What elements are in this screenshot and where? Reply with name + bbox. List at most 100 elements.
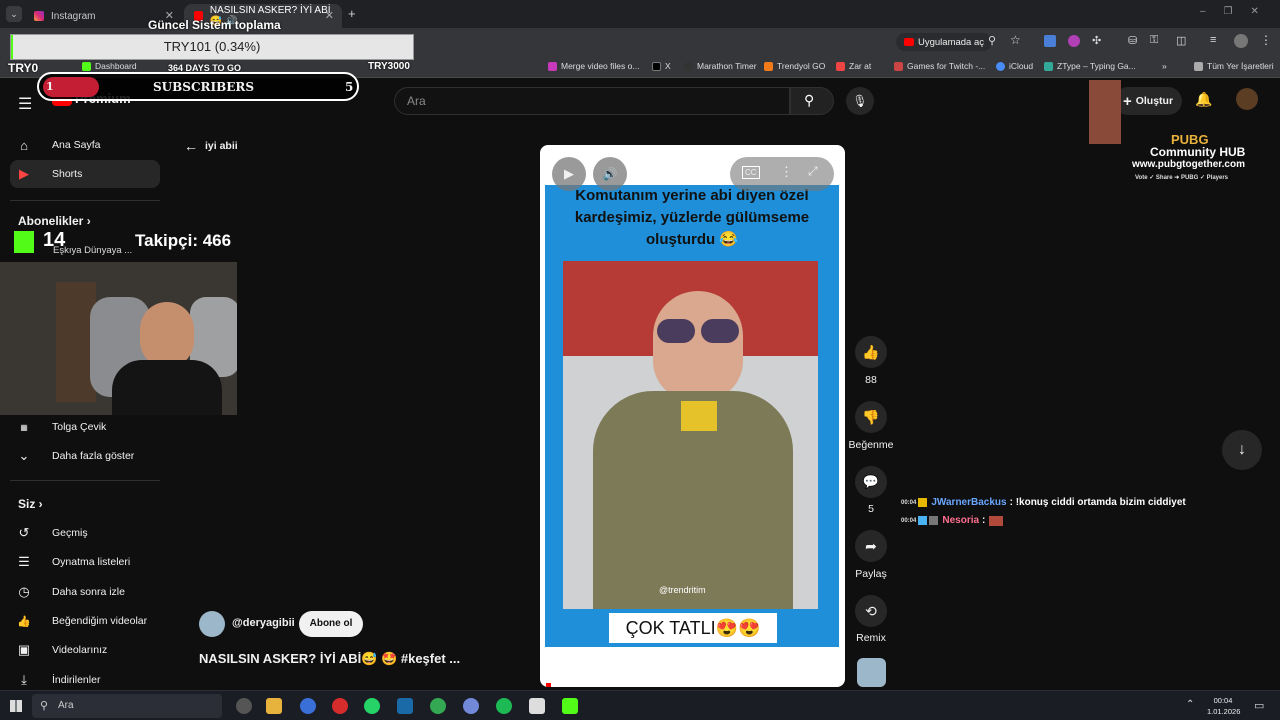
system-clock[interactable]: 00:04 1.01.2026: [1207, 695, 1240, 717]
new-tab-button[interactable]: +: [348, 6, 356, 21]
sidebar-item-label: Tolga Çevik: [52, 421, 107, 433]
bookmark-label: Games for Twitch -...: [907, 61, 986, 71]
playlist-icon: ☰: [18, 554, 30, 569]
short-title[interactable]: NASILSIN ASKER? İYİ ABİ😅 🤩 #keşfet ...: [199, 651, 460, 667]
short-player[interactable]: Komutanım yerine abi diyen özel kardeşim…: [540, 145, 845, 687]
comments-button[interactable]: 💬: [855, 466, 887, 498]
sidebar-item-label: Oynatma listeleri: [52, 556, 131, 568]
puzzle-icon[interactable]: ✣: [1092, 34, 1101, 47]
kick-icon[interactable]: [562, 698, 578, 714]
channel-avatar[interactable]: [199, 611, 225, 637]
subscribe-button[interactable]: Abone ol: [299, 611, 363, 637]
notifications-icon[interactable]: 🔔: [1195, 91, 1212, 108]
steam-icon[interactable]: [397, 698, 413, 714]
subscriptions-heading[interactable]: Abonelikler ›: [18, 214, 91, 228]
bookmark-dashboard[interactable]: Dashboard: [82, 61, 137, 71]
next-short-button[interactable]: ↓: [1222, 430, 1262, 470]
progress-bar[interactable]: [546, 683, 551, 687]
chrome-icon[interactable]: [430, 698, 446, 714]
more-options-icon[interactable]: ⋮: [780, 164, 793, 180]
bookmark-merge[interactable]: Merge video files o...: [548, 61, 639, 71]
whatsapp-icon[interactable]: [364, 698, 380, 714]
comment-icon: 💬: [862, 474, 880, 489]
sidebar-item-liked[interactable]: 👍 Beğendiğim videolar: [10, 607, 160, 635]
remix-button[interactable]: ⟲: [855, 595, 887, 627]
search-input[interactable]: Ara: [394, 87, 790, 115]
channel-avatar: ▦: [20, 422, 28, 432]
bookmark-games-twitch[interactable]: Games for Twitch -...: [894, 61, 985, 71]
bookmark-trendyol[interactable]: Trendyol GO: [764, 61, 825, 71]
sidebar-item-tolga-cevik[interactable]: ▦ Tolga Çevik: [10, 413, 160, 441]
sidebar-item-label: Geçmiş: [52, 527, 88, 539]
bookmark-marathon-timer[interactable]: Marathon Timer: [684, 61, 757, 71]
sound-thumbnail[interactable]: [857, 658, 886, 687]
bookmark-ztype[interactable]: ZType – Typing Ga...: [1044, 61, 1136, 71]
notification-center-icon[interactable]: ▭: [1254, 699, 1264, 712]
voice-search-button[interactable]: 🎙: [846, 87, 874, 115]
extension-icon[interactable]: ⛁: [1128, 34, 1137, 47]
extension-icon[interactable]: [1044, 35, 1056, 47]
channel-name[interactable]: @deryagibii: [232, 617, 295, 629]
bookmarks-overflow[interactable]: »: [1162, 61, 1167, 71]
extension-icon[interactable]: ⚿: [1150, 34, 1158, 47]
sidebar-item-history[interactable]: ↺ Geçmiş: [10, 519, 160, 547]
search-button[interactable]: ⚲: [790, 87, 834, 115]
sidebar-item-watch-later[interactable]: ◷ Daha sonra izle: [10, 578, 160, 606]
windows-start-icon[interactable]: [10, 700, 22, 712]
captions-icon[interactable]: CC: [742, 166, 760, 179]
downloads-icon[interactable]: ≡: [1210, 34, 1216, 46]
back-link[interactable]: ← iyi abii: [184, 138, 238, 154]
profile-avatar[interactable]: [1234, 34, 1248, 48]
share-button[interactable]: ➦: [855, 530, 887, 562]
open-in-app-button[interactable]: Uygulamada aç: [896, 33, 993, 51]
goal-start: TRY0: [8, 61, 39, 75]
chevron-up-icon[interactable]: ⌃: [1186, 699, 1194, 710]
folder-icon: [1194, 61, 1203, 71]
sidebar-item-shorts[interactable]: ▶ Shorts: [10, 160, 160, 188]
sidebar-show-more[interactable]: ⌄ Daha fazla göster: [10, 442, 160, 470]
spotify-icon[interactable]: [496, 698, 512, 714]
play-icon: ▶: [564, 166, 574, 181]
obs-icon[interactable]: [236, 698, 252, 714]
sidebar-item-label: Videolarınız: [52, 644, 108, 656]
dislike-button[interactable]: 👎: [855, 401, 887, 433]
taskbar-search[interactable]: ⚲ Ara: [32, 694, 222, 718]
plus-icon: +: [1122, 92, 1132, 110]
zoom-icon[interactable]: ⚲: [988, 34, 996, 47]
fullscreen-icon[interactable]: ⤢: [808, 164, 818, 179]
close-icon[interactable]: ✕: [325, 9, 334, 22]
you-heading[interactable]: Siz ›: [18, 497, 43, 511]
like-button[interactable]: 👍: [855, 336, 887, 368]
sidepanel-icon[interactable]: ◫: [1176, 34, 1186, 47]
bookmark-star-icon[interactable]: ☆: [1010, 33, 1021, 47]
app-icon[interactable]: [300, 698, 316, 714]
file-explorer-icon[interactable]: [266, 698, 282, 714]
menu-icon[interactable]: ⋮: [1260, 33, 1272, 47]
tab-search-button[interactable]: ⌄: [6, 6, 22, 22]
play-button[interactable]: ▶: [552, 157, 586, 191]
bookmark-zar-at[interactable]: Zar at: [836, 61, 871, 71]
menu-icon[interactable]: ☰: [18, 94, 32, 114]
webcam-edge: [237, 262, 275, 415]
video-icon: ▣: [17, 642, 31, 657]
streamer-face: [140, 302, 194, 368]
chat-message: 00:04 JWarnerBackus : !konuş ciddi ortam…: [901, 497, 1186, 508]
chat-text: :: [982, 515, 986, 526]
sidebar-item-your-videos[interactable]: ▣ Videolarınız: [10, 636, 160, 664]
app-icon[interactable]: [529, 698, 545, 714]
sidebar-item-home[interactable]: ⌂ Ana Sayfa: [10, 131, 160, 159]
chat-username: Nesoria: [942, 515, 980, 526]
bookmark-all[interactable]: Tüm Yer İşaretleri: [1194, 61, 1274, 71]
bookmark-icloud[interactable]: iCloud: [996, 61, 1033, 71]
sidebar-item-playlists[interactable]: ☰ Oynatma listeleri: [10, 548, 160, 576]
discord-icon[interactable]: [463, 698, 479, 714]
bookmark-label: Merge video files o...: [561, 61, 640, 71]
bookmark-x[interactable]: X: [652, 61, 671, 71]
volume-button[interactable]: 🔊: [593, 157, 627, 191]
window-controls[interactable]: –❐✕: [1200, 6, 1277, 17]
create-button[interactable]: + Oluştur: [1114, 87, 1182, 115]
divider: [10, 200, 160, 201]
avatar[interactable]: [1236, 88, 1258, 110]
opera-icon[interactable]: [332, 698, 348, 714]
extension-icon[interactable]: [1068, 35, 1080, 47]
